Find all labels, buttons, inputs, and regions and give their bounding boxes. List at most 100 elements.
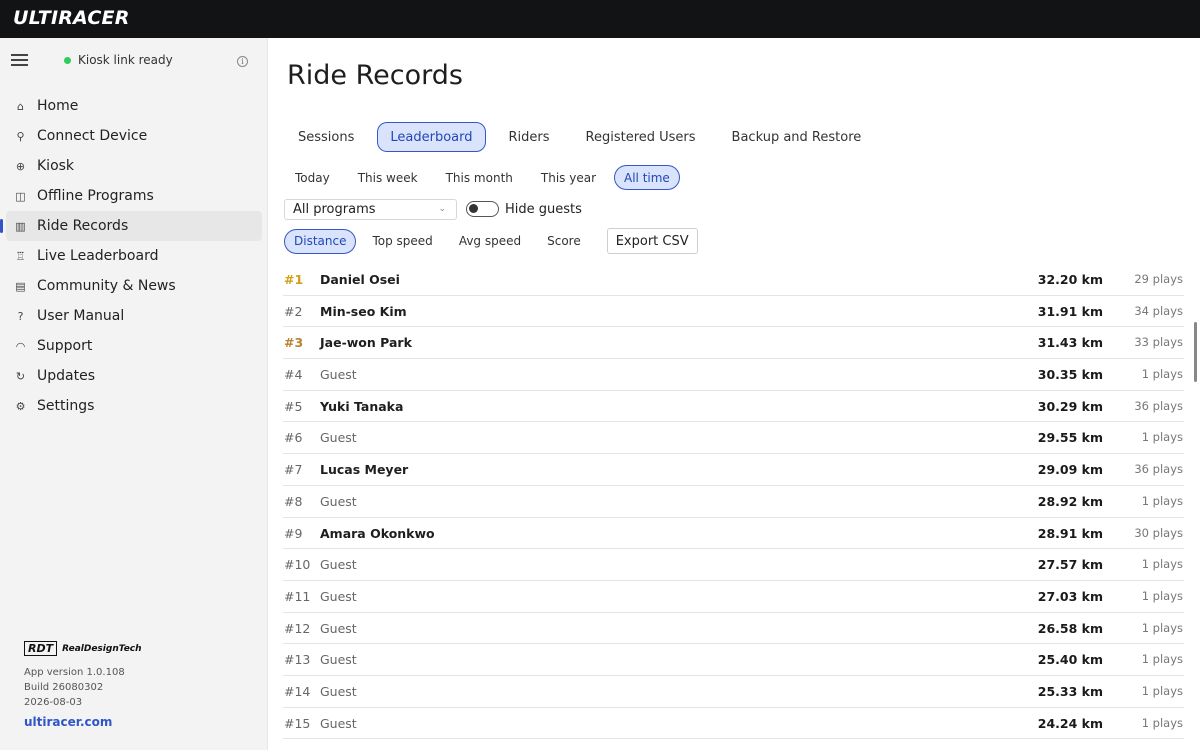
kiosk-status-text: Kiosk link ready [78, 53, 173, 67]
metric-top-speed[interactable]: Top speed [362, 229, 442, 254]
sidebar-item-connect-device[interactable]: ⚲ Connect Device [0, 121, 262, 151]
metric-avg-speed[interactable]: Avg speed [449, 229, 531, 254]
range-this-month[interactable]: This month [436, 165, 523, 190]
trophy-icon: ♖ [15, 249, 26, 263]
tab-sessions[interactable]: Sessions [285, 122, 367, 152]
leaderboard-row[interactable]: #5 Yuki Tanaka 30.29 km 36 plays [283, 391, 1184, 423]
rank-label: #14 [284, 683, 311, 699]
sidebar-item-user-manual[interactable]: ? User Manual [0, 301, 262, 331]
plays-count: 29 plays [1134, 272, 1183, 286]
rank-label: #12 [284, 620, 311, 636]
range-today[interactable]: Today [285, 165, 340, 190]
refresh-icon: ↻ [15, 369, 26, 383]
distance-value: 27.57 km [1037, 557, 1103, 573]
range-this-week[interactable]: This week [348, 165, 428, 190]
sidebar-item-label: Ride Records [37, 218, 129, 234]
rank-label: #13 [284, 652, 311, 668]
sidebar-item-kiosk[interactable]: ⊕ Kiosk [0, 151, 262, 181]
sidebar-item-settings[interactable]: ⚙ Settings [0, 391, 262, 421]
leaderboard-row[interactable]: #6 Guest 29.55 km 1 plays [283, 422, 1184, 455]
distance-value: 30.35 km [1037, 367, 1103, 383]
rider-name: Guest [320, 367, 357, 383]
distance-value: 28.92 km [1037, 493, 1103, 509]
sidebar-item-label: Support [37, 338, 93, 354]
plays-count: 1 plays [1141, 430, 1183, 445]
metric-score[interactable]: Score [537, 229, 591, 254]
sidebar-item-support[interactable]: ◠ Support [0, 331, 262, 361]
tab-backup-and-restore[interactable]: Backup and Restore [719, 122, 875, 152]
leaderboard-row[interactable]: #10 Guest 27.57 km 1 plays [283, 549, 1184, 581]
sidebar: Kiosk link ready i ⌂ Home ⚲ Connect Device ⊕… [0, 38, 268, 750]
rank-label: #7 [284, 462, 303, 478]
range-this-year[interactable]: This year [531, 165, 606, 190]
tab-registered-users[interactable]: Registered Users [573, 122, 709, 152]
rider-name: Amara Okonkwo [320, 525, 435, 541]
tab-riders[interactable]: Riders [496, 122, 563, 152]
menu-icon[interactable] [11, 54, 28, 66]
rider-name: Daniel Osei [320, 272, 400, 287]
newspaper-icon: ▤ [15, 279, 26, 293]
website-link[interactable]: ultiracer.com [24, 715, 112, 729]
program-select[interactable]: All programs ⌄ [284, 199, 457, 220]
leaderboard-row[interactable]: #8 Guest 28.92 km 1 plays [283, 486, 1184, 518]
leaderboard-row[interactable]: #1 Daniel Osei 32.20 km 29 plays [283, 264, 1184, 296]
rank-label: #11 [284, 588, 311, 604]
plays-count: 34 plays [1134, 303, 1183, 318]
status-dot-icon [64, 56, 71, 64]
leaderboard-row[interactable]: #2 Min-seo Kim 31.91 km 34 plays [283, 296, 1184, 328]
leaderboard-row[interactable]: #7 Lucas Meyer 29.09 km 36 plays [283, 454, 1184, 486]
rider-name: Jae-won Park [320, 335, 412, 351]
rider-name: Guest [320, 715, 357, 731]
app-build: Build 26080302 [24, 682, 104, 693]
globe-icon: ⊕ [15, 159, 26, 173]
leaderboard-row[interactable]: #15 Guest 24.24 km 1 plays [283, 708, 1184, 740]
sidebar-item-label: Live Leaderboard [37, 248, 159, 264]
leaderboard-row[interactable]: #4 Guest 30.35 km 1 plays [283, 359, 1184, 391]
plays-count: 1 plays [1141, 588, 1183, 603]
sidebar-item-home[interactable]: ⌂ Home [0, 91, 262, 121]
leaderboard-row[interactable]: #9 Amara Okonkwo 28.91 km 30 plays [283, 518, 1184, 550]
info-icon[interactable]: i [237, 56, 248, 67]
question-icon: ? [17, 309, 24, 323]
plays-count: 1 plays [1141, 715, 1183, 730]
plays-count: 1 plays [1141, 367, 1183, 382]
rank-label: #8 [284, 493, 303, 509]
leaderboard-row[interactable]: #11 Guest 27.03 km 1 plays [283, 581, 1184, 613]
distance-value: 27.03 km [1037, 588, 1103, 604]
hide-guests-toggle[interactable]: Hide guests [466, 201, 582, 217]
distance-value: 25.33 km [1037, 683, 1103, 699]
sidebar-item-label: Community & News [37, 278, 176, 294]
sidebar-item-ride-records[interactable]: ▥ Ride Records [0, 211, 262, 241]
distance-value: 24.24 km [1037, 715, 1103, 731]
plays-count: 33 plays [1134, 335, 1183, 350]
leaderboard-row[interactable]: #12 Guest 26.58 km 1 plays [283, 613, 1184, 645]
records-tabs: Sessions Leaderboard Riders Registered User… [285, 122, 884, 152]
scrollbar-thumb[interactable] [1194, 322, 1197, 382]
distance-value: 31.91 km [1037, 303, 1103, 319]
program-select-value: All programs [293, 202, 376, 217]
leaderboard-row[interactable]: #14 Guest 25.33 km 1 plays [283, 676, 1184, 708]
sidebar-item-live-leaderboard[interactable]: ♖ Live Leaderboard [0, 241, 262, 271]
page-title: Ride Records [287, 60, 463, 91]
plays-count: 1 plays [1141, 683, 1183, 698]
toggle-switch[interactable] [466, 201, 499, 217]
plays-count: 30 plays [1134, 525, 1183, 540]
sidebar-item-offline-programs[interactable]: ◫ Offline Programs [0, 181, 262, 211]
chevron-down-icon: ⌄ [438, 204, 446, 214]
leaderboard-row[interactable]: #3 Jae-won Park 31.43 km 33 plays [283, 327, 1184, 360]
range-all-time[interactable]: All time [614, 165, 680, 190]
export-csv-button[interactable]: Export CSV [606, 228, 698, 254]
rider-name: Guest [320, 652, 357, 668]
rider-name: Guest [320, 620, 357, 636]
leaderboard-row[interactable]: #13 Guest 25.40 km 1 plays [283, 644, 1184, 676]
sidebar-item-label: Kiosk [37, 158, 75, 174]
bar-chart-icon: ▥ [15, 219, 26, 233]
sidebar-item-community-news[interactable]: ▤ Community & News [0, 271, 262, 301]
tab-leaderboard[interactable]: Leaderboard [377, 122, 486, 152]
headset-icon: ◠ [15, 339, 26, 353]
rank-label: #3 [284, 335, 304, 351]
sidebar-item-updates[interactable]: ↻ Updates [0, 361, 262, 391]
rider-name: Guest [320, 588, 357, 604]
company-brand: RDT RealDesignTech [24, 641, 142, 656]
metric-distance[interactable]: Distance [284, 228, 357, 254]
